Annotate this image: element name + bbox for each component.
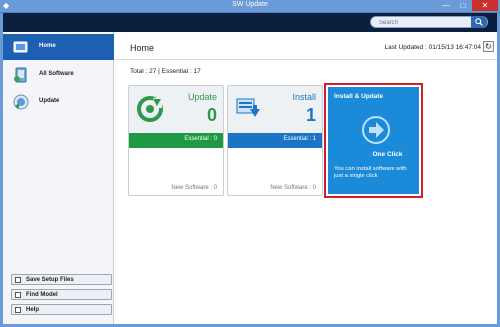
top-bar	[3, 13, 497, 32]
install-essential-bar: Essential : 1	[228, 133, 322, 148]
update-refresh-icon	[137, 96, 163, 122]
main-panel: Home Last Updated : 01/15/13 16:47:04 ↻ …	[115, 32, 497, 324]
install-card-label: Install	[292, 92, 316, 102]
install-new-software: New Software : 0	[270, 185, 316, 191]
update-card-count: 0	[206, 105, 217, 125]
software-icon	[13, 67, 29, 83]
sidebar-item-update[interactable]: Update	[3, 89, 114, 115]
install-download-icon	[236, 96, 262, 122]
save-setup-files-label: Save Setup Files	[26, 277, 74, 283]
title-bar: ◆ SW Update — □ ✕	[0, 0, 500, 13]
update-essential-bar: Essential : 0	[129, 133, 223, 148]
find-model-label: Find Model	[26, 292, 58, 298]
find-model-button[interactable]: Find Model	[11, 289, 112, 300]
sidebar-item-label: Update	[39, 98, 60, 104]
sidebar-item-all-software[interactable]: All Software	[3, 62, 114, 88]
help-label: Help	[26, 307, 40, 313]
sidebar-item-home[interactable]: Home	[3, 34, 114, 60]
maximize-button[interactable]: □	[455, 0, 471, 11]
card-top: Install 1	[228, 86, 322, 133]
update-globe-icon	[13, 94, 29, 110]
sidebar-item-label: All Software	[39, 71, 74, 77]
help-button[interactable]: Help	[11, 304, 112, 315]
page-title: Home	[130, 43, 155, 53]
home-icon	[13, 39, 29, 55]
find-icon	[15, 292, 21, 298]
close-button[interactable]: ✕	[472, 0, 498, 11]
window-title: SW Update	[232, 1, 268, 8]
help-icon	[15, 307, 21, 313]
refresh-icon[interactable]: ↻	[483, 41, 494, 52]
card-top: Update 0	[129, 86, 223, 133]
totals-summary: Total : 27 | Essential : 17	[130, 68, 201, 75]
one-click-description: You can install software with just a sin…	[334, 166, 407, 179]
update-card-label: Update	[187, 92, 217, 102]
install-card[interactable]: Install 1 Essential : 1 New Software : 0	[227, 85, 323, 196]
search-icon[interactable]	[471, 16, 487, 28]
save-setup-files-button[interactable]: Save Setup Files	[11, 274, 112, 285]
update-card[interactable]: Update 0 Essential : 0 New Software : 0	[128, 85, 224, 196]
save-icon	[15, 277, 21, 283]
search-input[interactable]	[379, 18, 469, 27]
install-card-count: 1	[305, 105, 316, 125]
update-new-software: New Software : 0	[171, 185, 217, 191]
sidebar: Home All Software Update Save Setup File…	[3, 32, 114, 324]
one-click-label: One Click	[372, 151, 403, 158]
minimize-button[interactable]: —	[438, 0, 454, 11]
one-click-title: Install & Update	[334, 93, 384, 100]
arrow-right-circle-icon	[361, 115, 391, 145]
header-divider	[115, 59, 497, 60]
one-click-install-button[interactable]: Install & Update One Click You can insta…	[328, 87, 419, 194]
last-updated-text: Last Updated : 01/15/13 16:47:04	[384, 44, 482, 51]
sidebar-item-label: Home	[39, 43, 56, 49]
search-box	[370, 16, 488, 28]
one-click-highlight: Install & Update One Click You can insta…	[324, 83, 423, 198]
